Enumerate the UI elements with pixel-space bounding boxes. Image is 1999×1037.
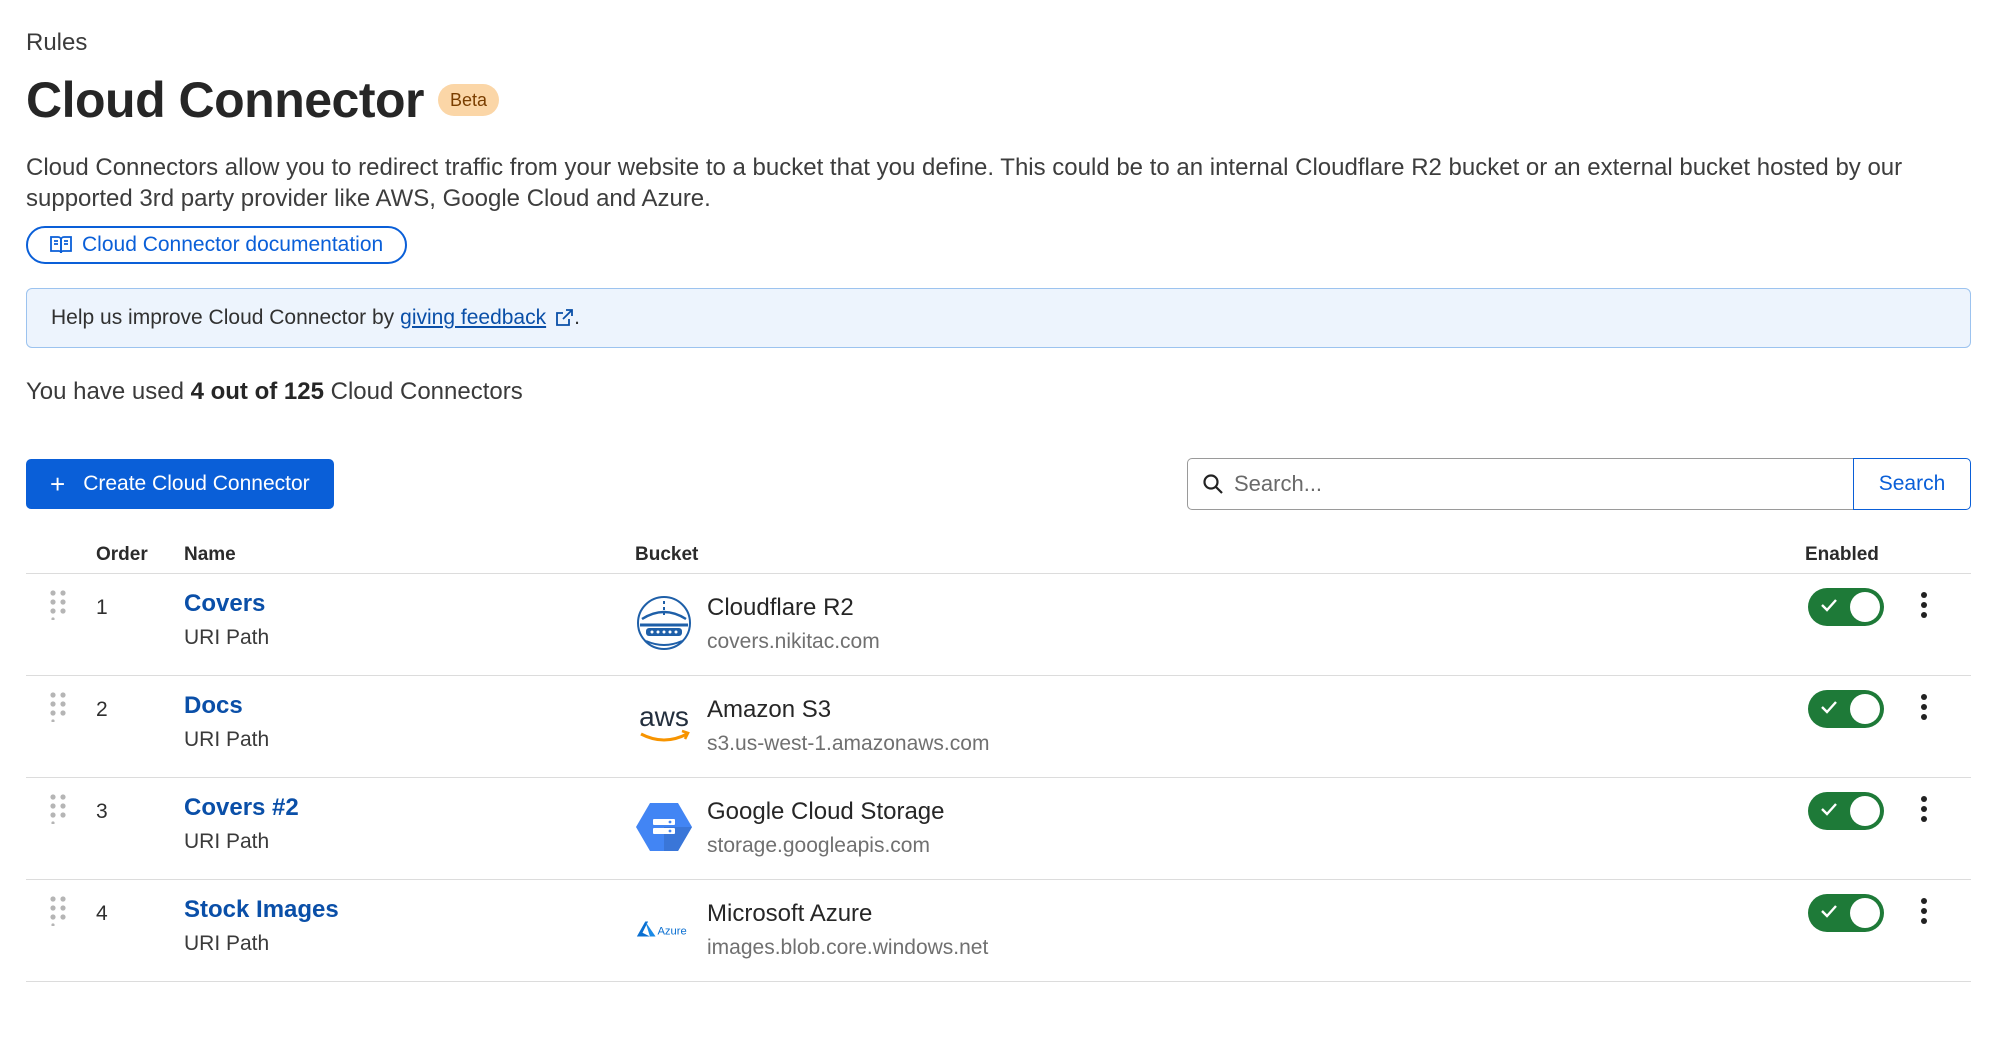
documentation-link[interactable]: Cloud Connector documentation: [26, 226, 408, 264]
bucket-host: images.blob.core.windows.net: [707, 936, 989, 959]
page: Rules Cloud Connector Beta Cloud Connect…: [26, 26, 1971, 982]
enabled-toggle[interactable]: [1808, 894, 1884, 932]
search-icon: [1203, 474, 1223, 494]
row-name-cell: Covers URI Path: [184, 590, 269, 650]
check-icon: [1821, 701, 1837, 714]
toggle-knob: [1850, 694, 1880, 724]
bucket-provider: Amazon S3: [707, 696, 832, 723]
more-options-icon[interactable]: [1916, 796, 1932, 828]
connector-name-link[interactable]: Covers #2: [184, 794, 299, 822]
drag-handle-icon[interactable]: [50, 590, 66, 620]
title-row: Cloud Connector Beta: [26, 68, 1971, 132]
row-order: 3: [96, 800, 108, 823]
plus-icon: +: [50, 469, 66, 499]
more-options-icon[interactable]: [1916, 592, 1932, 624]
beta-badge: Beta: [438, 84, 500, 116]
row-name-cell: Docs URI Path: [184, 692, 269, 752]
table-row: 2 Docs URI Path aws Amazon S3 s3.us-west…: [26, 676, 1971, 778]
drag-handle-icon[interactable]: [50, 692, 66, 722]
feedback-banner: Help us improve Cloud Connector by givin…: [26, 288, 1971, 348]
usage-suffix: Cloud Connectors: [330, 378, 523, 405]
connector-name-link[interactable]: Docs: [184, 692, 269, 720]
header-name[interactable]: Name: [184, 544, 236, 566]
svg-text:aws: aws: [639, 702, 689, 732]
connector-type: URI Path: [184, 932, 270, 955]
table-row: 1 Covers URI Path Cloudflare R2 covers.n…: [26, 574, 1971, 676]
external-link-icon[interactable]: [554, 308, 574, 328]
create-button-label: Create Cloud Connector: [83, 472, 310, 495]
azure-logo: Azure: [635, 900, 693, 958]
bucket-host: s3.us-west-1.amazonaws.com: [707, 732, 990, 755]
search-button[interactable]: Search: [1853, 458, 1971, 510]
page-description: Cloud Connectors allow you to redirect t…: [26, 154, 1903, 212]
check-icon: [1821, 803, 1837, 816]
table-header: Order Name Bucket Enabled: [26, 534, 1971, 574]
drag-handle-icon[interactable]: [50, 896, 66, 926]
aws-logo: aws: [635, 696, 693, 754]
cloudflare-r2-logo: [635, 594, 693, 652]
toolbar: + Create Cloud Connector Search: [26, 458, 1971, 510]
bucket-provider: Microsoft Azure: [707, 900, 873, 927]
row-order: 4: [96, 902, 108, 925]
more-options-icon[interactable]: [1916, 694, 1932, 726]
bucket-cell: Cloudflare R2 covers.nikitac.com: [707, 594, 880, 654]
connector-type: URI Path: [184, 830, 270, 853]
bucket-host: covers.nikitac.com: [707, 630, 880, 653]
usage-count: 4 out of 125: [190, 378, 324, 405]
feedback-banner-text: Help us improve Cloud Connector by: [51, 306, 395, 329]
bucket-cell: Amazon S3 s3.us-west-1.amazonaws.com: [707, 696, 989, 756]
row-name-cell: Stock Images URI Path: [184, 896, 339, 956]
usage-summary: You have used 4 out of 125 Cloud Connect…: [26, 378, 1971, 406]
enabled-toggle[interactable]: [1808, 690, 1884, 728]
create-cloud-connector-button[interactable]: + Create Cloud Connector: [26, 459, 334, 509]
bucket-cell: Microsoft Azure images.blob.core.windows…: [707, 900, 988, 960]
page-title: Cloud Connector: [26, 72, 425, 128]
svg-text:Azure: Azure: [657, 926, 686, 938]
connector-type: URI Path: [184, 728, 270, 751]
documentation-link-label: Cloud Connector documentation: [82, 233, 384, 256]
google-cloud-storage-logo: [635, 798, 693, 856]
header-enabled[interactable]: Enabled: [1805, 544, 1879, 566]
check-icon: [1821, 599, 1837, 612]
giving-feedback-link[interactable]: giving feedback: [400, 306, 546, 330]
row-order: 1: [96, 596, 108, 619]
drag-handle-icon[interactable]: [50, 794, 66, 824]
search-input[interactable]: [1234, 471, 1794, 497]
toggle-knob: [1850, 898, 1880, 928]
connector-type: URI Path: [184, 626, 270, 649]
header-order[interactable]: Order: [96, 544, 148, 566]
row-order: 2: [96, 698, 108, 721]
bucket-provider: Cloudflare R2: [707, 594, 854, 621]
enabled-toggle[interactable]: [1808, 588, 1884, 626]
enabled-toggle[interactable]: [1808, 792, 1884, 830]
check-icon: [1821, 905, 1837, 918]
connectors-table: Order Name Bucket Enabled 1 Covers URI P…: [26, 534, 1971, 982]
usage-prefix: You have used: [26, 378, 184, 405]
bucket-cell: Google Cloud Storage storage.googleapis.…: [707, 798, 945, 858]
connector-name-link[interactable]: Covers: [184, 590, 269, 618]
breadcrumb[interactable]: Rules: [26, 26, 1971, 60]
more-options-icon[interactable]: [1916, 898, 1932, 930]
toggle-knob: [1850, 796, 1880, 826]
toggle-knob: [1850, 592, 1880, 622]
table-row: 4 Stock Images URI Path Azure Microsoft …: [26, 880, 1971, 982]
search-field[interactable]: [1187, 458, 1853, 510]
header-bucket[interactable]: Bucket: [635, 544, 698, 566]
search-group: Search: [1187, 458, 1971, 510]
bucket-provider: Google Cloud Storage: [707, 798, 945, 825]
connector-name-link[interactable]: Stock Images: [184, 896, 339, 924]
row-name-cell: Covers #2 URI Path: [184, 794, 299, 854]
bucket-host: storage.googleapis.com: [707, 834, 930, 857]
book-icon: [50, 236, 72, 254]
feedback-banner-suffix: .: [574, 306, 580, 329]
table-row: 3 Covers #2 URI Path Google Cloud Storag…: [26, 778, 1971, 880]
